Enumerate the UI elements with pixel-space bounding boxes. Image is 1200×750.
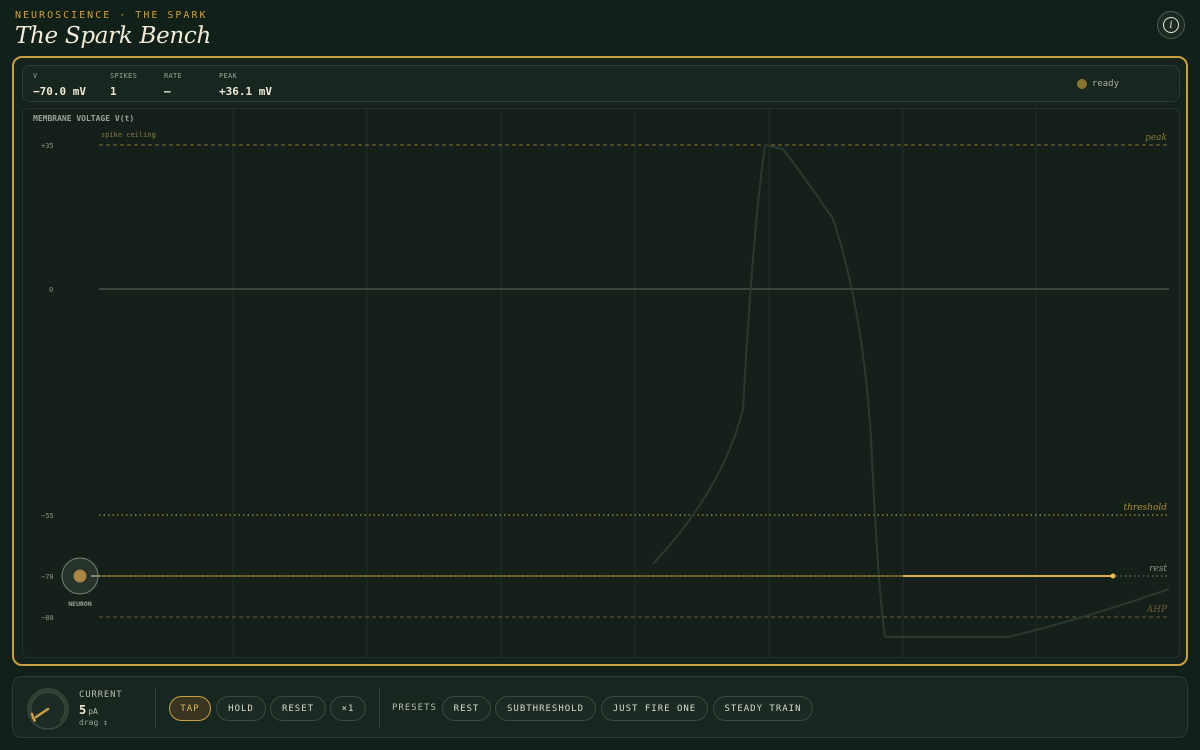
ahp-line-label: AHP [1146, 605, 1168, 615]
stat-rate-label: RATE [164, 72, 183, 80]
reset-button[interactable]: RESET [270, 696, 326, 721]
stat-peak-label: PEAK [219, 72, 238, 80]
neuron-label: NEURON [68, 600, 92, 608]
divider [155, 687, 156, 729]
tick-label: 0 [49, 286, 53, 294]
voltage-plot: MEMBRANE VOLTAGE V(t) spike ceiling +35 … [33, 109, 1170, 657]
current-number: 5 [79, 703, 87, 717]
tick-label: −80 [41, 614, 54, 622]
status-dot-icon [1076, 79, 1087, 89]
current-label: CURRENT [79, 690, 123, 700]
stat-peak: PEAK +36.1 mV [219, 72, 272, 98]
stat-voltage: V −70.0 mV [33, 72, 86, 98]
stat-spikes: SPIKES 1 [110, 72, 137, 98]
voltage-scope[interactable]: MEMBRANE VOLTAGE V(t) spike ceiling +35 … [22, 108, 1180, 658]
neuron[interactable]: NEURON [61, 557, 99, 608]
past-spike-trace [652, 143, 1170, 638]
ceiling-label: spike ceiling [101, 131, 156, 139]
tick-label: −70 [41, 573, 54, 581]
preset-just-fire-one-button[interactable]: JUST FIRE ONE [601, 696, 708, 721]
tick-label: +35 [41, 142, 54, 150]
stat-spikes-value: 1 [110, 85, 117, 98]
page-title: The Spark Bench [15, 23, 212, 49]
spark-bench-panel: V −70.0 mV SPIKES 1 RATE — PEAK +36.1 mV… [12, 56, 1188, 666]
speed-button[interactable]: ×1 [330, 696, 366, 721]
eyebrow: NEUROSCIENCE · THE SPARK [15, 10, 208, 21]
stat-voltage-label: V [33, 72, 38, 80]
info-button[interactable]: i [1157, 11, 1185, 39]
tick-label: −55 [41, 512, 54, 520]
current-value: 5 pA [79, 703, 98, 717]
preset-steady-train-button[interactable]: STEADY TRAIN [713, 696, 813, 721]
threshold-line-label: threshold [1123, 503, 1167, 513]
control-bar: CURRENT 5 pA drag ↕ TAP HOLD RESET ×1 PRE… [12, 676, 1188, 738]
peak-line-label: peak [1145, 133, 1167, 143]
current-knob[interactable] [25, 686, 71, 732]
stat-peak-value: +36.1 mV [219, 85, 272, 98]
header: NEUROSCIENCE · THE SPARK The Spark Bench… [15, 10, 1185, 54]
status-text: ready [1091, 79, 1119, 89]
current-unit: pA [88, 707, 98, 716]
preset-subthreshold-button[interactable]: SUBTHRESHOLD [495, 696, 596, 721]
scope-label: MEMBRANE VOLTAGE V(t) [33, 114, 134, 123]
drag-hint: drag ↕ [79, 718, 108, 727]
stat-rate-value: — [164, 85, 171, 98]
rest-line-label: rest [1149, 564, 1167, 574]
info-icon: i [1163, 17, 1179, 33]
stat-spikes-label: SPIKES [110, 72, 138, 80]
tap-button[interactable]: TAP [169, 696, 211, 721]
preset-rest-button[interactable]: REST [442, 696, 491, 721]
trace-cursor [1110, 573, 1116, 579]
hold-button[interactable]: HOLD [216, 696, 266, 721]
status-indicator: ready [1076, 79, 1119, 89]
stats-bar: V −70.0 mV SPIKES 1 RATE — PEAK +36.1 mV… [22, 65, 1180, 102]
presets-label: PRESETS [392, 703, 437, 713]
stat-rate: RATE — [164, 72, 182, 98]
stat-voltage-value: −70.0 mV [33, 85, 86, 98]
divider [379, 687, 380, 729]
